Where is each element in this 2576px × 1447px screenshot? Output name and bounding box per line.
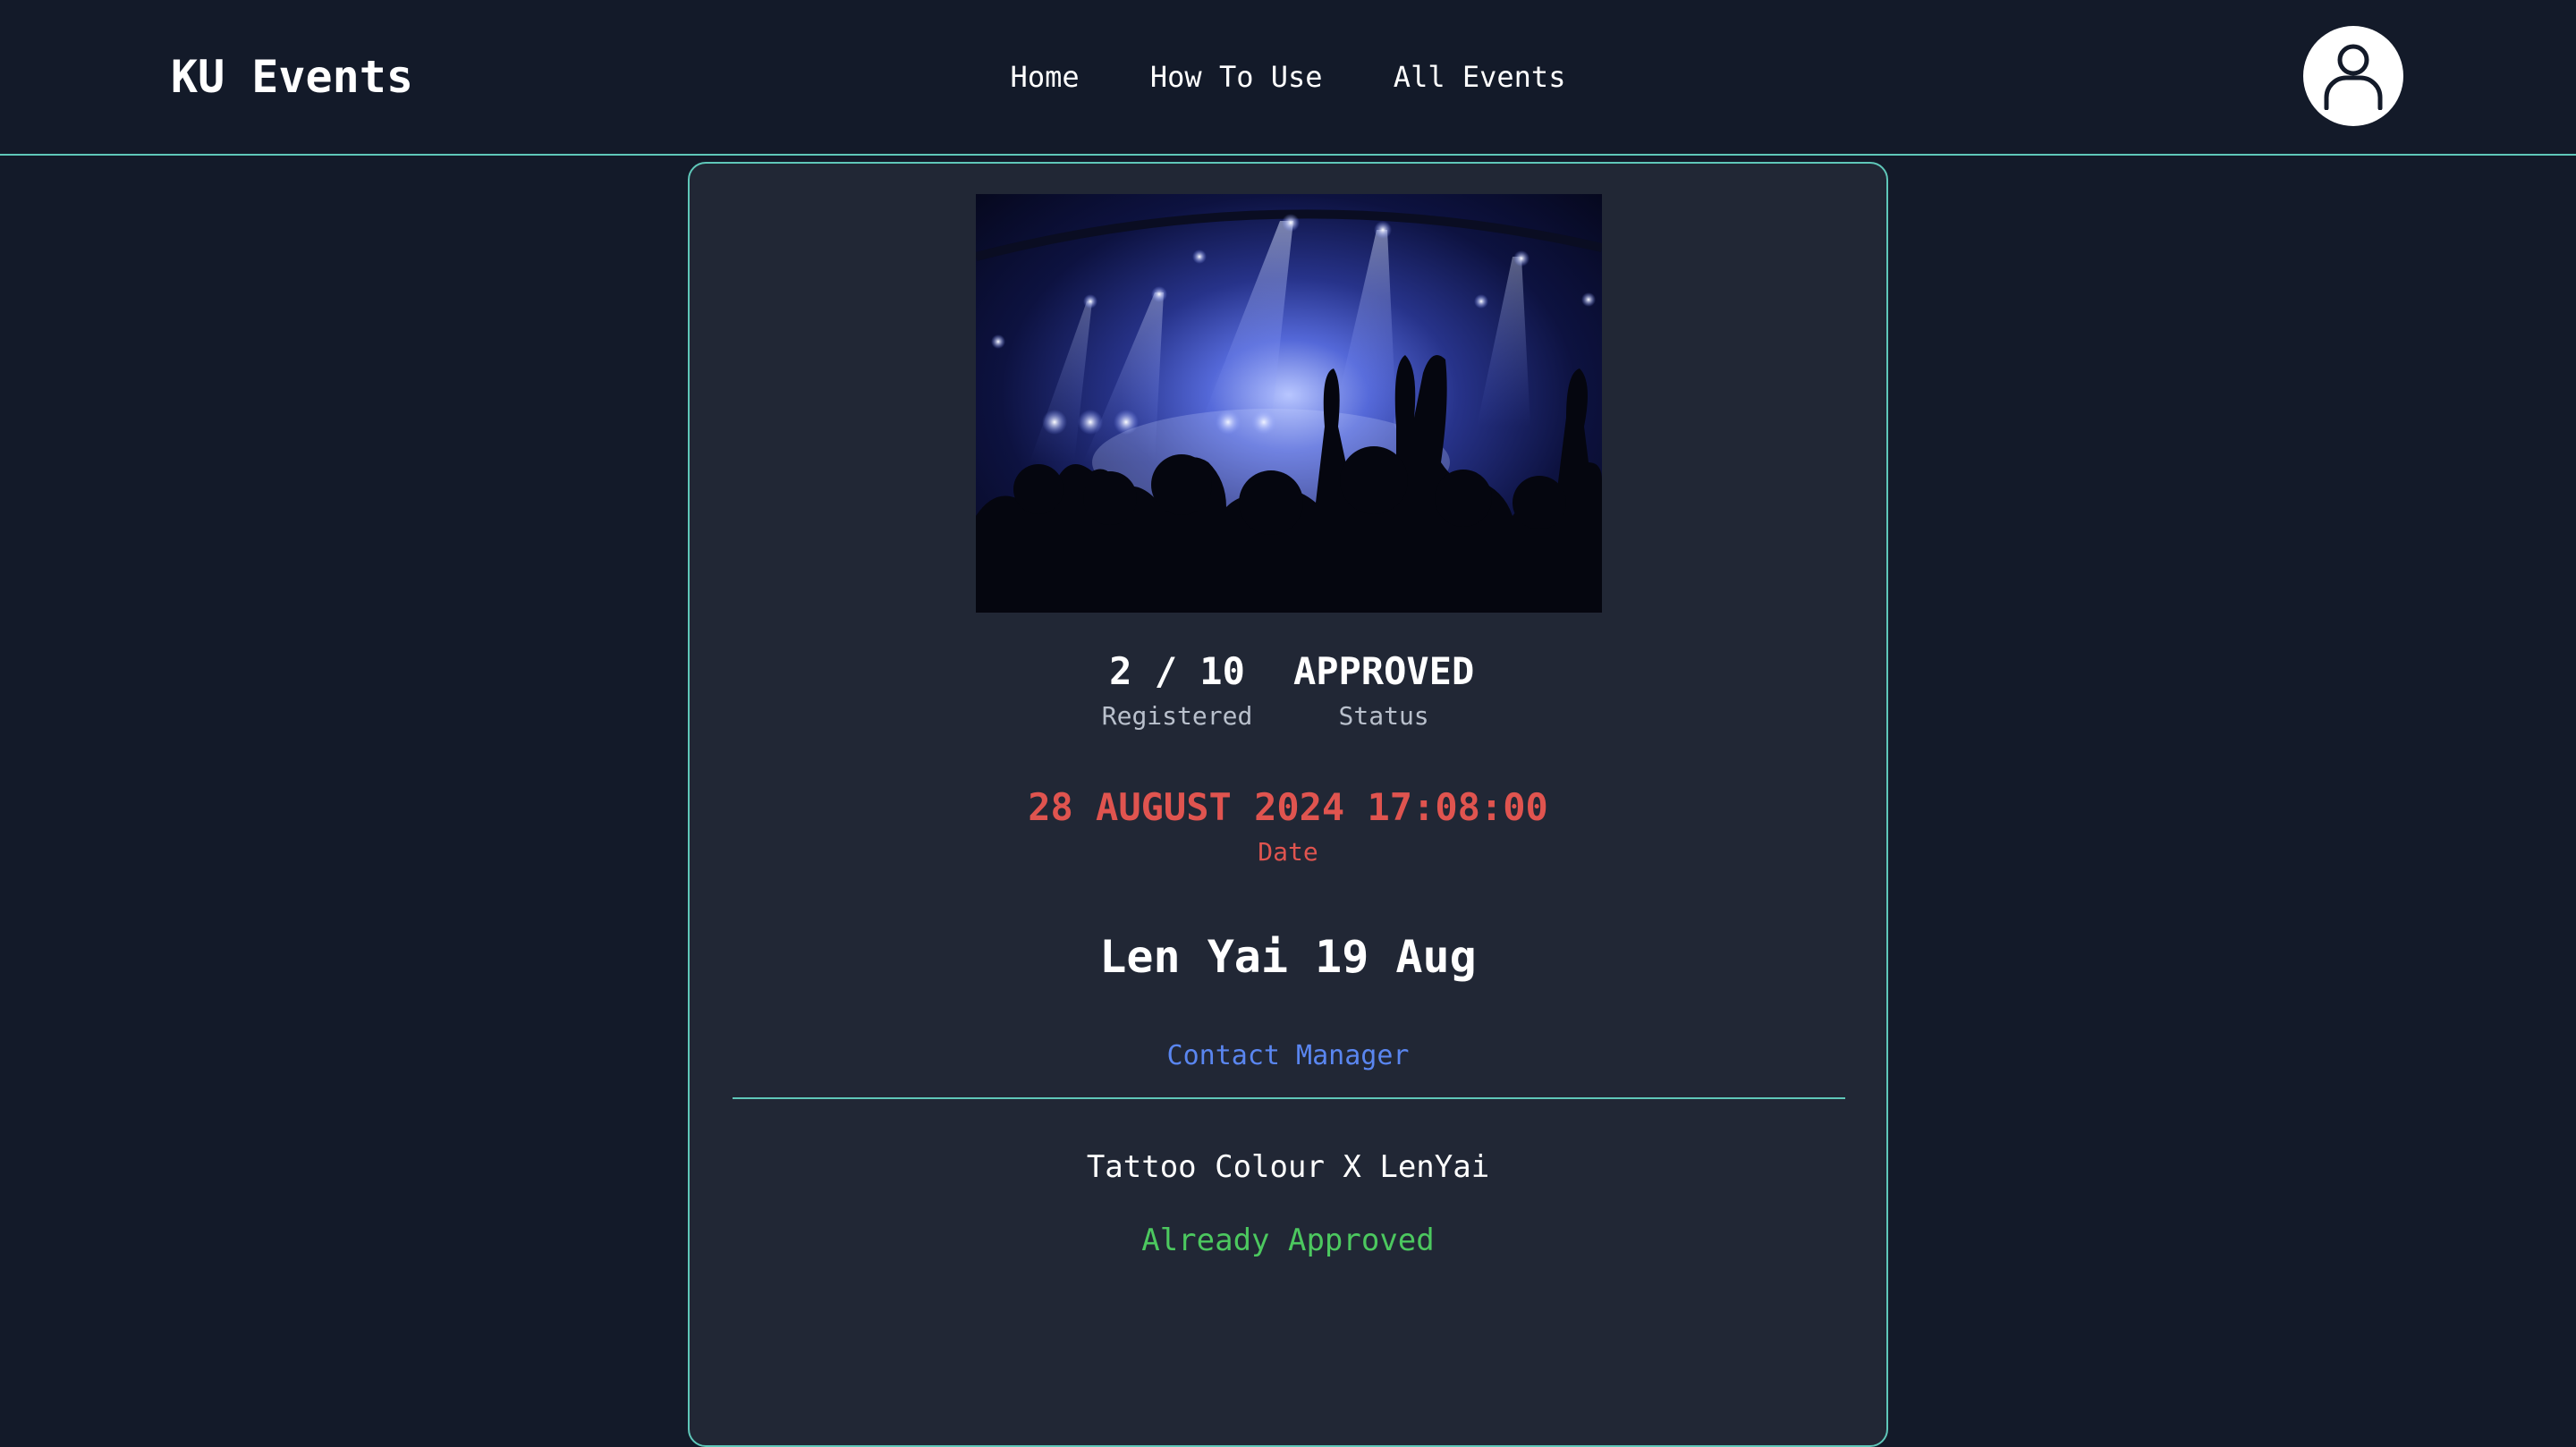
status-badge: APPROVED	[1292, 649, 1475, 693]
registered-stat: 2 / 10 Registered	[1102, 647, 1253, 734]
event-stats: 2 / 10 Registered APPROVED Status	[690, 647, 1886, 734]
nav-how-to-use-link[interactable]: How To Use	[1150, 55, 1323, 98]
user-icon	[2324, 44, 2383, 110]
event-date: 28 AUGUST 2024 17:08:00 Date	[690, 783, 1886, 870]
approval-status-message: Already Approved	[1141, 1223, 1435, 1258]
date-label: Date	[1258, 837, 1318, 867]
registered-count: 2 / 10	[1109, 649, 1245, 693]
date-value: 28 AUGUST 2024 17:08:00	[1028, 785, 1548, 829]
status-label: Status	[1338, 701, 1429, 731]
event-card: 2 / 10 Registered APPROVED Status 28 AUG…	[688, 162, 1888, 1447]
main-nav: Home How To Use All Events	[0, 55, 2576, 98]
nav-home-link[interactable]: Home	[1011, 55, 1080, 98]
organizer-name: Tattoo Colour X LenYai	[1086, 1149, 1490, 1185]
concert-crowd-image	[976, 194, 1602, 613]
event-title: Len Yai 19 Aug	[1099, 931, 1477, 983]
registered-label: Registered	[1101, 701, 1253, 731]
profile-avatar-button[interactable]	[2303, 26, 2403, 126]
navbar: KU Events Home How To Use All Events	[0, 0, 2576, 156]
nav-all-events-link[interactable]: All Events	[1394, 55, 1566, 98]
contact-manager-link[interactable]: Contact Manager	[690, 1038, 1886, 1074]
status-stat: APPROVED Status	[1293, 647, 1474, 734]
divider	[733, 1097, 1845, 1099]
